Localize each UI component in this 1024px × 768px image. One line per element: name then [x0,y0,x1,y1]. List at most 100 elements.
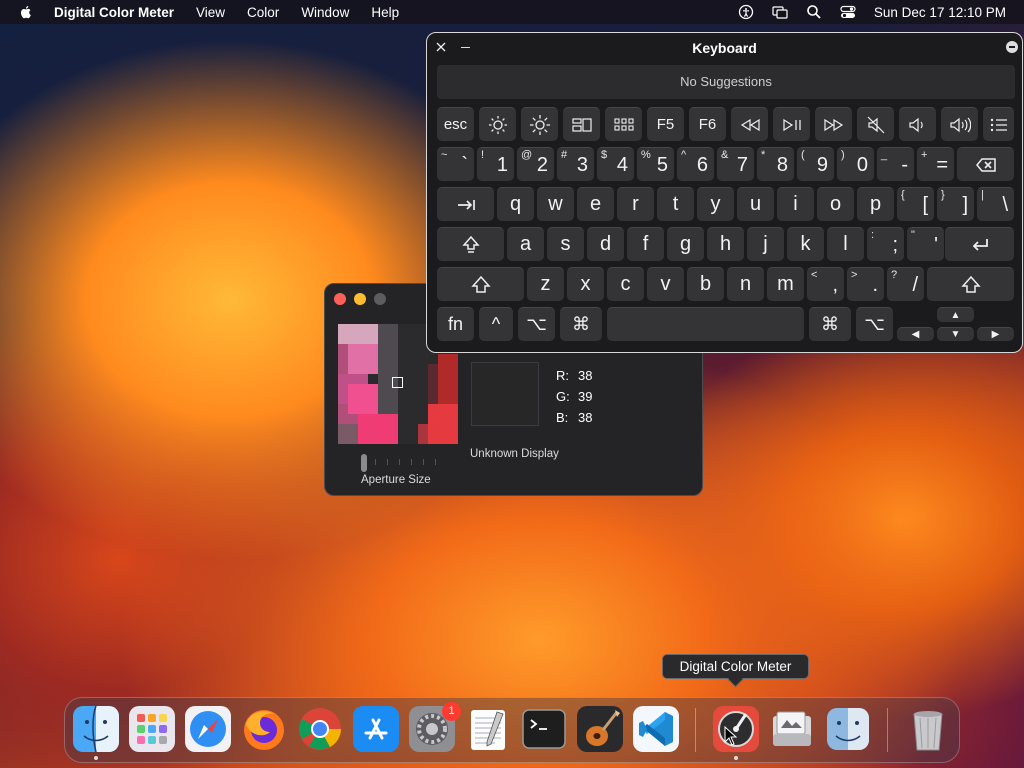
key-shift-left[interactable] [437,267,524,301]
window-close-button[interactable] [334,293,346,305]
key-shift-right[interactable] [927,267,1014,301]
key-volume-down[interactable] [899,107,936,141]
key-number-4[interactable]: $4 [597,147,634,181]
textedit-icon[interactable] [465,706,511,752]
key-x[interactable]: x [567,267,604,301]
key-arrow-right[interactable]: ▶ [977,327,1014,341]
menu-app-name[interactable]: Digital Color Meter [54,5,174,20]
garageband-icon[interactable] [577,706,623,752]
key-i[interactable]: i [777,187,814,221]
key-fn[interactable]: fn [437,307,474,341]
key-number-5[interactable]: % 5 [637,147,674,181]
key-number-3[interactable]: #3 [557,147,594,181]
terminal-icon[interactable] [521,706,567,752]
key-g[interactable]: g [667,227,704,261]
key-j[interactable]: j [747,227,784,261]
key-mission-control[interactable] [563,107,600,141]
window-zoom-button[interactable] [374,293,386,305]
key-return[interactable] [945,227,1014,261]
key-f[interactable]: f [627,227,664,261]
key-t[interactable]: t [657,187,694,221]
key-arrow-left[interactable]: ◀ [897,327,934,341]
key-caps-lock[interactable] [437,227,504,261]
key-launchpad[interactable] [605,107,642,141]
key-mute[interactable] [857,107,894,141]
accessibility-icon[interactable] [738,4,754,20]
key-brightness-up[interactable] [521,107,558,141]
key-y[interactable]: y [697,187,734,221]
key-space[interactable] [607,307,804,341]
key-fast-forward[interactable] [815,107,852,141]
key-rewind[interactable] [731,107,768,141]
key-v[interactable]: v [647,267,684,301]
aperture-size-slider[interactable] [361,454,437,472]
key-qsym-2[interactable]: | \ [977,187,1014,221]
safari-icon[interactable] [185,706,231,752]
key-zsym-1[interactable]: >. [847,267,884,301]
key-k[interactable]: k [787,227,824,261]
window-minimize-button[interactable] [354,293,366,305]
key-c[interactable]: c [607,267,644,301]
key-z[interactable]: z [527,267,564,301]
menu-view[interactable]: View [196,5,225,20]
key-dictation-list[interactable] [983,107,1014,141]
key-number-6[interactable]: ^ 6 [677,147,714,181]
key-number-11[interactable]: _ - [877,147,914,181]
app-store-icon[interactable] [353,706,399,752]
key-h[interactable]: h [707,227,744,261]
menubar-clock[interactable]: Sun Dec 17 12:10 PM [874,5,1006,20]
key-b[interactable]: b [687,267,724,301]
key-number-0[interactable]: ~ ` [437,147,474,181]
key-arrow-down[interactable]: ▼ [937,327,974,341]
chrome-icon[interactable] [297,706,343,752]
key-asym-1[interactable]: " ' [907,227,944,261]
key-volume-up[interactable] [941,107,978,141]
key-e[interactable]: e [577,187,614,221]
key-asym-0[interactable]: :; [867,227,904,261]
key-command-left[interactable]: ⌘ [560,307,602,341]
key-option-left[interactable]: ⌥ [518,307,555,341]
menu-color[interactable]: Color [247,5,279,20]
key-esc[interactable]: esc [437,107,474,141]
key-number-2[interactable]: @2 [517,147,554,181]
key-zsym-2[interactable]: ? / [887,267,924,301]
apple-menu-icon[interactable] [18,4,34,20]
control-center-icon[interactable] [840,4,856,20]
key-q[interactable]: q [497,187,534,221]
key-delete[interactable] [957,147,1014,181]
key-l[interactable]: l [827,227,864,261]
key-u[interactable]: u [737,187,774,221]
key-w[interactable]: w [537,187,574,221]
key-number-7[interactable]: & 7 [717,147,754,181]
key-f6[interactable]: F6 [689,107,726,141]
key-control[interactable]: ^ [479,307,513,341]
launchpad-icon[interactable] [129,706,175,752]
key-arrow-up[interactable]: ▲ [937,307,974,322]
key-brightness-down[interactable] [479,107,516,141]
key-number-9[interactable]: (9 [797,147,834,181]
key-n[interactable]: n [727,267,764,301]
key-number-1[interactable]: ! 1 [477,147,514,181]
display-dropdown[interactable]: Unknown Display [470,448,559,460]
menu-window[interactable]: Window [301,5,349,20]
key-number-8[interactable]: * 8 [757,147,794,181]
key-qsym-1[interactable]: }] [937,187,974,221]
key-a[interactable]: a [507,227,544,261]
key-s[interactable]: s [547,227,584,261]
key-f5[interactable]: F5 [647,107,684,141]
aperture-slider-thumb[interactable] [361,454,367,472]
menu-help[interactable]: Help [371,5,399,20]
vscode-icon[interactable] [633,706,679,752]
key-o[interactable]: o [817,187,854,221]
screen-mirroring-icon[interactable] [772,4,788,20]
key-command-right[interactable]: ⌘ [809,307,851,341]
finder-2-icon[interactable] [825,706,871,752]
trash-icon[interactable] [905,706,951,752]
finder-icon[interactable] [73,705,119,753]
key-r[interactable]: r [617,187,654,221]
key-qsym-0[interactable]: {[ [897,187,934,221]
key-zsym-0[interactable]: <, [807,267,844,301]
keyboard-options-icon[interactable] [1006,41,1018,53]
firefox-icon[interactable] [241,706,287,752]
spotlight-search-icon[interactable] [806,4,822,20]
